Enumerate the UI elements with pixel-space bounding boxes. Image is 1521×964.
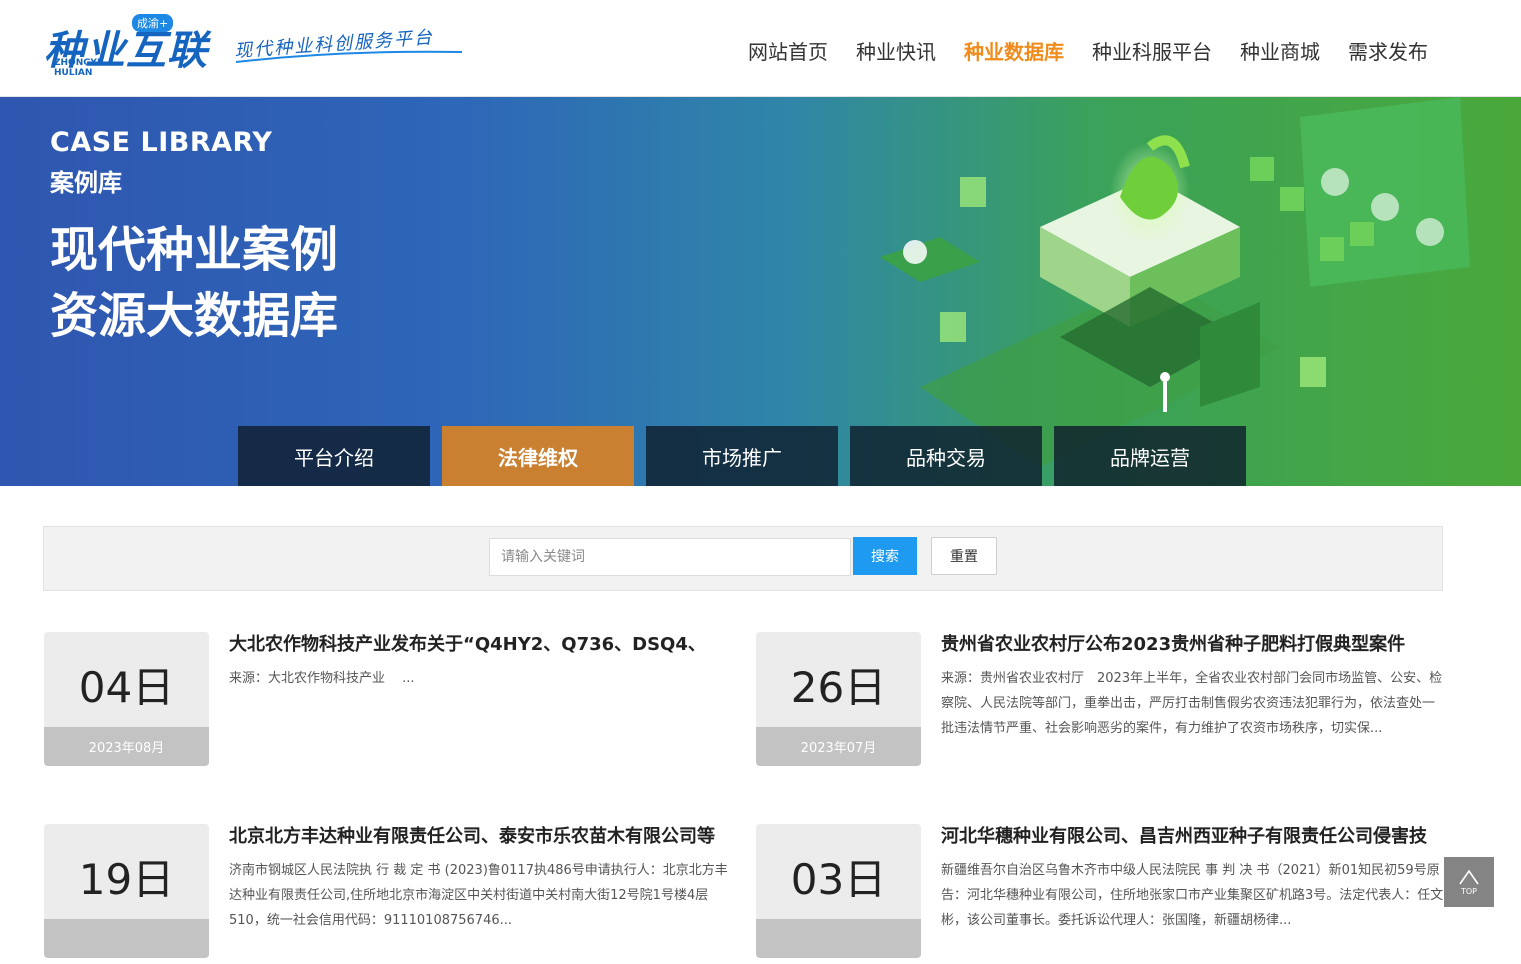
article-title[interactable]: 北京北方丰达种业有限责任公司、泰安市乐农苗木有限公司等	[229, 824, 734, 850]
date-day: 03日	[790, 855, 887, 904]
nav-home[interactable]: 网站首页	[748, 36, 828, 65]
search-input[interactable]	[489, 538, 851, 576]
reset-button[interactable]: 重置	[931, 537, 997, 575]
back-to-top-button[interactable]: TOP	[1444, 857, 1494, 907]
article-summary: 来源：大北农作物科技产业 ...	[229, 671, 415, 686]
date-box: 04日 2023年08月	[44, 632, 209, 766]
tab-platform-intro[interactable]: 平台介绍	[238, 426, 430, 486]
swoosh-icon	[235, 50, 463, 63]
article-title[interactable]: 大北农作物科技产业发布关于“Q4HY2、Q736、DSQ4、	[229, 632, 734, 658]
tab-variety-trading[interactable]: 品种交易	[850, 426, 1042, 486]
banner-headline-line2: 资源大数据库	[50, 288, 339, 344]
banner-title-cn: 案例库	[50, 169, 122, 197]
article-summary: 济南市钢城区人民法院执 行 裁 定 书 (2023)鲁0117执486号申请执行…	[229, 863, 728, 928]
tab-marketing[interactable]: 市场推广	[646, 426, 838, 486]
logo-subtitle-line1: ZHONGYE	[54, 58, 104, 68]
nav-database[interactable]: 种业数据库	[964, 36, 1064, 65]
date-year-month	[44, 919, 209, 958]
article-card[interactable]: 26日 2023年07月 贵州省农业农村厅公布2023贵州省种子肥料打假典型案件…	[756, 632, 1446, 772]
article-title[interactable]: 贵州省农业农村厅公布2023贵州省种子肥料打假典型案件	[941, 632, 1446, 658]
date-year-month: 2023年08月	[44, 727, 209, 766]
date-box: 26日 2023年07月	[756, 632, 921, 766]
banner-headline: 现代种业案例 资源大数据库	[50, 217, 338, 349]
banner-headline-line1: 现代种业案例	[50, 222, 339, 278]
date-day: 26日	[790, 663, 887, 712]
search-button[interactable]: 搜索	[853, 537, 917, 575]
logo-subtitle: ZHONGYE HULIAN	[54, 58, 103, 78]
nav-demand[interactable]: 需求发布	[1348, 36, 1428, 65]
date-day: 19日	[78, 855, 175, 904]
hero-banner: CASE LIBRARY 案例库 现代种业案例 资源大数据库 平台介绍 法律维权…	[0, 97, 1521, 486]
back-to-top-label: TOP	[1460, 887, 1477, 896]
date-year-month	[756, 919, 921, 958]
article-title[interactable]: 河北华穗种业有限公司、昌吉州西亚种子有限责任公司侵害技	[941, 824, 1446, 850]
article-card[interactable]: 19日 北京北方丰达种业有限责任公司、泰安市乐农苗木有限公司等 济南市钢城区人民…	[44, 824, 734, 964]
date-box: 03日	[756, 824, 921, 958]
tab-brand-operation[interactable]: 品牌运营	[1054, 426, 1246, 486]
logo-subtitle-line2: HULIAN	[54, 68, 93, 78]
nav-news[interactable]: 种业快讯	[856, 36, 936, 65]
nav-service-platform[interactable]: 种业科服平台	[1092, 36, 1212, 65]
article-summary: 新疆维吾尔自治区乌鲁木齐市中级人民法院民 事 判 决 书（2021）新01知民初…	[941, 863, 1444, 928]
search-bar: 搜索 重置	[43, 526, 1443, 591]
date-day: 04日	[78, 663, 175, 712]
article-card[interactable]: 03日 河北华穗种业有限公司、昌吉州西亚种子有限责任公司侵害技 新疆维吾尔自治区…	[756, 824, 1446, 964]
chevron-up-icon	[1459, 869, 1479, 885]
site-header: 种业互联 成渝+ ZHONGYE HULIAN 现代种业科创服务平台 网站首页 …	[0, 0, 1521, 97]
tab-legal-rights[interactable]: 法律维权	[442, 426, 634, 486]
category-tabs: 平台介绍 法律维权 市场推广 品种交易 品牌运营	[238, 426, 1246, 486]
date-year-month: 2023年07月	[756, 727, 921, 766]
main-nav: 网站首页 种业快讯 种业数据库 种业科服平台 种业商城 需求发布	[748, 36, 1428, 65]
site-logo[interactable]: 种业互联 成渝+ ZHONGYE HULIAN 现代种业科创服务平台	[44, 14, 464, 84]
banner-title-en: CASE LIBRARY	[50, 127, 273, 158]
article-card[interactable]: 04日 2023年08月 大北农作物科技产业发布关于“Q4HY2、Q736、DS…	[44, 632, 734, 772]
nav-mall[interactable]: 种业商城	[1240, 36, 1320, 65]
date-box: 19日	[44, 824, 209, 958]
article-summary: 来源：贵州省农业农村厅 2023年上半年，全省农业农村部门会同市场监管、公安、检…	[941, 671, 1443, 736]
logo-badge: 成渝+	[132, 14, 174, 32]
